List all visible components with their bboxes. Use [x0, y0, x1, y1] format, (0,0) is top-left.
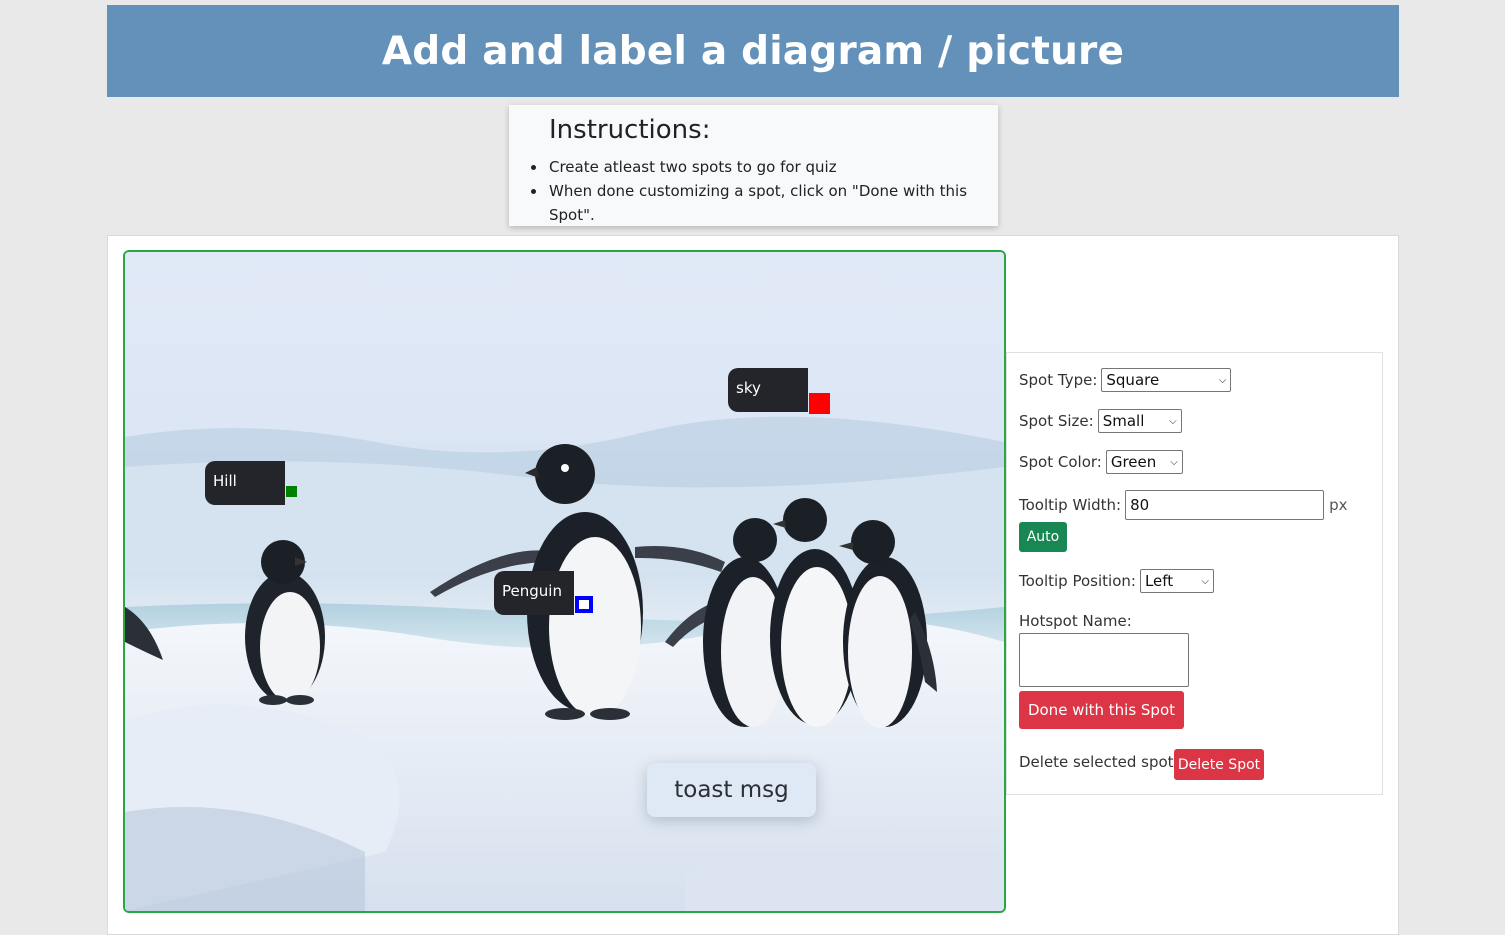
chevron-down-icon: ⌵ [1218, 374, 1227, 386]
spot-color-row: Spot Color: Green ⌵ [1019, 450, 1183, 474]
tooltip-position-value: Left [1144, 572, 1174, 590]
hotspot-name-row: Hotspot Name: [1019, 612, 1132, 630]
delete-spot-label: Delete selected spot? [1019, 753, 1182, 771]
spot-marker-penguin[interactable] [575, 596, 593, 613]
instruction-item: When done customizing a spot, click on "… [531, 179, 998, 227]
spot-size-label: Spot Size: [1019, 412, 1094, 430]
tooltip-width-row: Tooltip Width: 80 px [1019, 490, 1348, 520]
toast-message: toast msg [647, 763, 816, 817]
page-header: Add and label a diagram / picture [107, 5, 1399, 97]
tooltip-position-select[interactable]: Left ⌵ [1139, 569, 1214, 593]
spot-settings-panel: Spot Type: Square ⌵ Spot Size: Small ⌵ S… [1006, 352, 1383, 795]
tooltip-width-unit: px [1329, 496, 1348, 514]
spot-marker-sky[interactable] [809, 393, 830, 414]
spot-size-select[interactable]: Small ⌵ [1097, 409, 1182, 433]
done-button-label: Done with this Spot [1027, 701, 1176, 719]
spot-color-label: Spot Color: [1019, 453, 1102, 471]
tooltip-width-input[interactable]: 80 [1125, 490, 1325, 520]
auto-button-label: Auto [1026, 529, 1060, 545]
chevron-down-icon: ⌵ [1170, 456, 1178, 468]
spot-size-row: Spot Size: Small ⌵ [1019, 409, 1182, 433]
instructions-list: Create atleast two spots to go for quiz … [531, 155, 998, 227]
delete-spot-button[interactable]: Delete Spot [1174, 749, 1264, 780]
page-title: Add and label a diagram / picture [381, 28, 1125, 74]
tooltip-position-row: Tooltip Position: Left ⌵ [1019, 569, 1214, 593]
spot-tooltip-sky[interactable]: sky [728, 368, 808, 412]
delete-spot-row: Delete selected spot? [1019, 753, 1182, 771]
spot-type-label: Spot Type: [1019, 371, 1098, 389]
hotspot-name-label: Hotspot Name: [1019, 612, 1132, 630]
tooltip-position-label: Tooltip Position: [1019, 572, 1136, 590]
spot-tooltip-hill[interactable]: Hill [205, 461, 285, 505]
spot-type-select[interactable]: Square ⌵ [1101, 368, 1232, 392]
spot-tooltip-penguin[interactable]: Penguin [494, 571, 574, 615]
chevron-down-icon: ⌵ [1169, 415, 1177, 427]
spot-tooltip-label: sky [736, 379, 761, 397]
tooltip-width-value: 80 [1130, 496, 1150, 514]
spot-color-select[interactable]: Green ⌵ [1105, 450, 1183, 474]
toast-text: toast msg [674, 777, 789, 803]
tooltip-width-label: Tooltip Width: [1019, 496, 1122, 514]
auto-width-button[interactable]: Auto [1019, 522, 1067, 552]
spot-marker-hill[interactable] [286, 486, 297, 497]
spot-type-row: Spot Type: Square ⌵ [1019, 368, 1232, 392]
delete-button-label: Delete Spot [1177, 756, 1261, 773]
instructions-title: Instructions: [549, 115, 711, 145]
instruction-item: Create atleast two spots to go for quiz [531, 155, 998, 179]
done-with-spot-button[interactable]: Done with this Spot [1019, 691, 1184, 729]
hotspot-name-textarea[interactable] [1019, 633, 1189, 687]
spot-type-value: Square [1106, 371, 1160, 389]
spot-size-value: Small [1102, 412, 1145, 430]
instructions-box: Instructions: Create atleast two spots t… [509, 105, 998, 226]
chevron-down-icon: ⌵ [1201, 575, 1209, 587]
spot-tooltip-label: Hill [213, 472, 237, 490]
spot-tooltip-label: Penguin [502, 582, 562, 600]
spot-color-value: Green [1110, 453, 1157, 471]
